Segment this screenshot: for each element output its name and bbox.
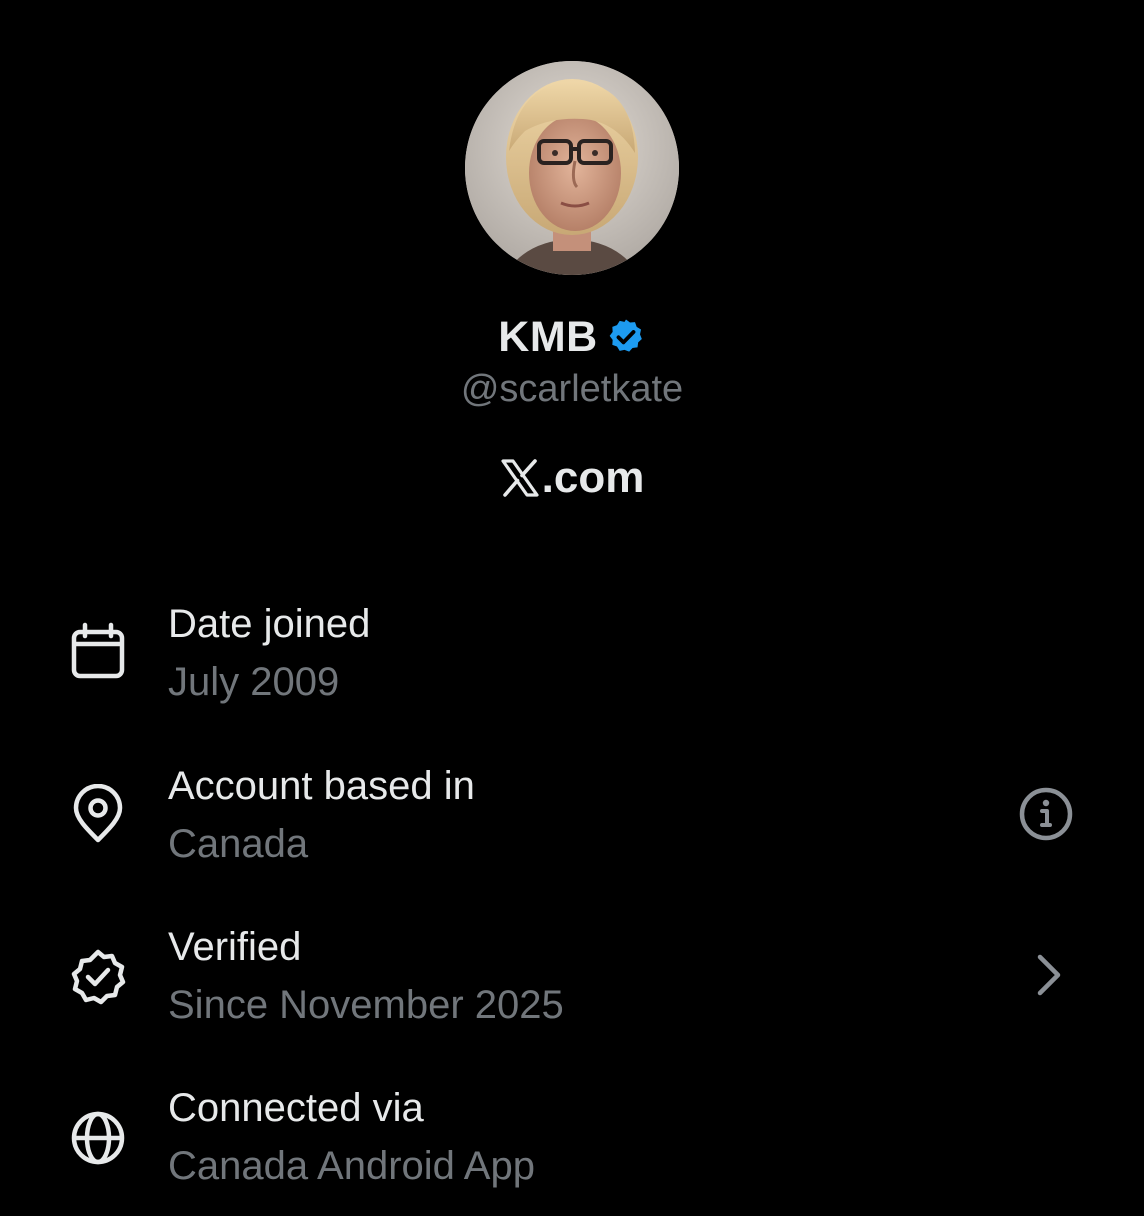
location-pin-icon	[73, 784, 123, 843]
chevron-right-icon[interactable]	[1018, 945, 1078, 1005]
detail-title: Verified	[168, 925, 302, 969]
info-icon[interactable]	[1016, 784, 1076, 844]
detail-row-account-based-in: Account based in Canada	[0, 764, 1144, 894]
site-label: .com	[0, 448, 1144, 508]
detail-value: Canada	[168, 822, 309, 866]
detail-title: Date joined	[168, 602, 371, 646]
verified-check-icon	[71, 949, 126, 1005]
detail-value: Since November 2025	[168, 983, 564, 1027]
detail-title: Connected via	[168, 1086, 424, 1130]
avatar[interactable]	[465, 61, 679, 275]
detail-row-verified[interactable]: Verified Since November 2025	[0, 925, 1144, 1055]
detail-value: Canada Android App	[168, 1144, 535, 1188]
globe-icon	[71, 1111, 125, 1165]
detail-value: July 2009	[168, 660, 340, 704]
verified-badge-icon	[606, 317, 646, 357]
site-suffix: .com	[541, 453, 645, 502]
display-name: KMB	[498, 312, 598, 361]
detail-row-date-joined: Date joined July 2009	[0, 602, 1144, 732]
x-logo-icon	[501, 459, 539, 497]
calendar-icon	[71, 622, 125, 679]
detail-row-connected-via: Connected via Canada Android App	[0, 1086, 1144, 1216]
handle: @scarletkate	[460, 368, 684, 410]
display-name-row: KMB	[0, 308, 1144, 366]
avatar-image	[465, 61, 679, 275]
detail-title: Account based in	[168, 764, 475, 808]
profile-header: KMB @scarletkate .com	[0, 0, 1144, 520]
